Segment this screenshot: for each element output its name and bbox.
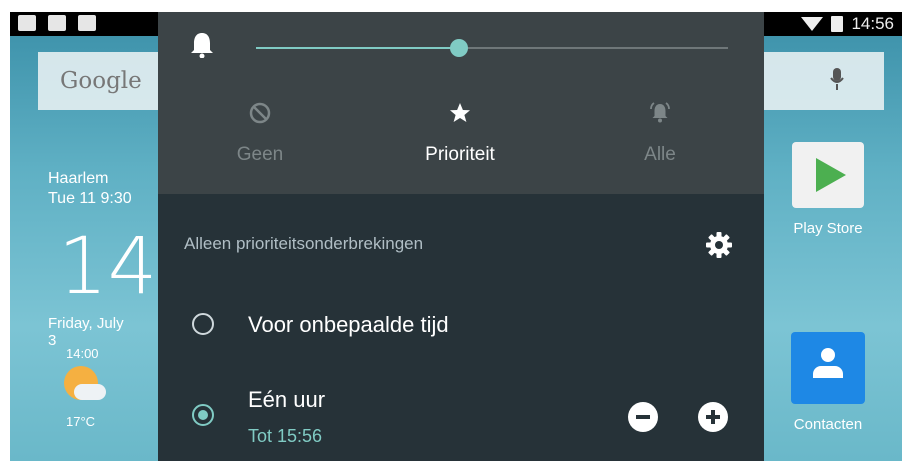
option-label[interactable]: Voor onbepaalde tijd xyxy=(248,312,449,338)
image-notification-icon xyxy=(18,15,36,31)
option-label[interactable]: Eén uur xyxy=(248,387,325,413)
volume-panel-top: Geen Prioriteit Alle xyxy=(158,12,764,194)
mode-label: Alle xyxy=(644,144,676,165)
weather-city: Haarlem xyxy=(48,170,109,187)
weather-widget[interactable]: Haarlem Tue 11 9:30 14: Friday, July 3 1… xyxy=(48,170,184,429)
google-search-bar[interactable]: Google xyxy=(38,52,168,110)
increase-time-button[interactable] xyxy=(698,402,728,432)
checkbox-notification-icon xyxy=(78,15,96,31)
app-play-store[interactable]: Play Store xyxy=(778,142,878,237)
app-label: Contacten xyxy=(793,416,863,433)
app-label: Play Store xyxy=(793,220,863,237)
mode-geen[interactable]: Geen xyxy=(190,100,330,166)
panel-header: Alleen prioriteitsonderbrekingen xyxy=(184,234,424,253)
volume-slider-thumb[interactable] xyxy=(449,39,468,57)
forecast-hour: 14:00 xyxy=(66,346,99,361)
play-store-icon xyxy=(792,142,864,208)
volume-slider[interactable] xyxy=(256,39,728,57)
mode-prioriteit[interactable]: Prioriteit xyxy=(390,100,530,166)
contacts-icon xyxy=(791,332,865,404)
voice-search-bar[interactable] xyxy=(764,52,884,110)
mode-alle[interactable]: Alle xyxy=(590,100,730,166)
bell-icon xyxy=(191,33,213,58)
minus-icon xyxy=(636,415,650,419)
home-screen: 14:56 Google Haarlem Tue 11 9:30 14: Fri… xyxy=(10,12,902,461)
microphone-icon[interactable] xyxy=(830,68,844,90)
star-icon xyxy=(450,103,470,122)
google-logo: Google xyxy=(60,68,142,94)
option-sublabel: Tot 15:56 xyxy=(248,426,323,446)
weather-date: Tue 11 9:30 xyxy=(48,190,132,207)
bell-ringing-icon xyxy=(650,102,670,123)
wifi-icon xyxy=(801,17,824,31)
volume-panel: Geen Prioriteit Alle Alleen prioriteitso… xyxy=(158,12,764,461)
radio-een-uur[interactable] xyxy=(192,404,214,426)
cloud-icon xyxy=(74,384,106,400)
decrease-time-button[interactable] xyxy=(628,402,658,432)
app-contacts[interactable]: Contacten xyxy=(778,332,878,433)
status-time: 14:56 xyxy=(851,14,894,33)
volume-slider-fill xyxy=(256,47,459,49)
cloud-notification-icon xyxy=(48,15,66,31)
radio-selected-dot xyxy=(198,410,208,420)
gear-icon[interactable] xyxy=(704,230,734,260)
mode-label: Prioriteit xyxy=(425,144,495,165)
forecast-temp: 17°C xyxy=(66,414,96,429)
block-icon xyxy=(249,102,271,124)
battery-icon xyxy=(831,16,844,32)
weather-day: Friday, July 3 xyxy=(48,315,124,349)
mode-label: Geen xyxy=(236,144,284,165)
radio-voor-onbepaalde-tijd[interactable] xyxy=(192,313,214,335)
